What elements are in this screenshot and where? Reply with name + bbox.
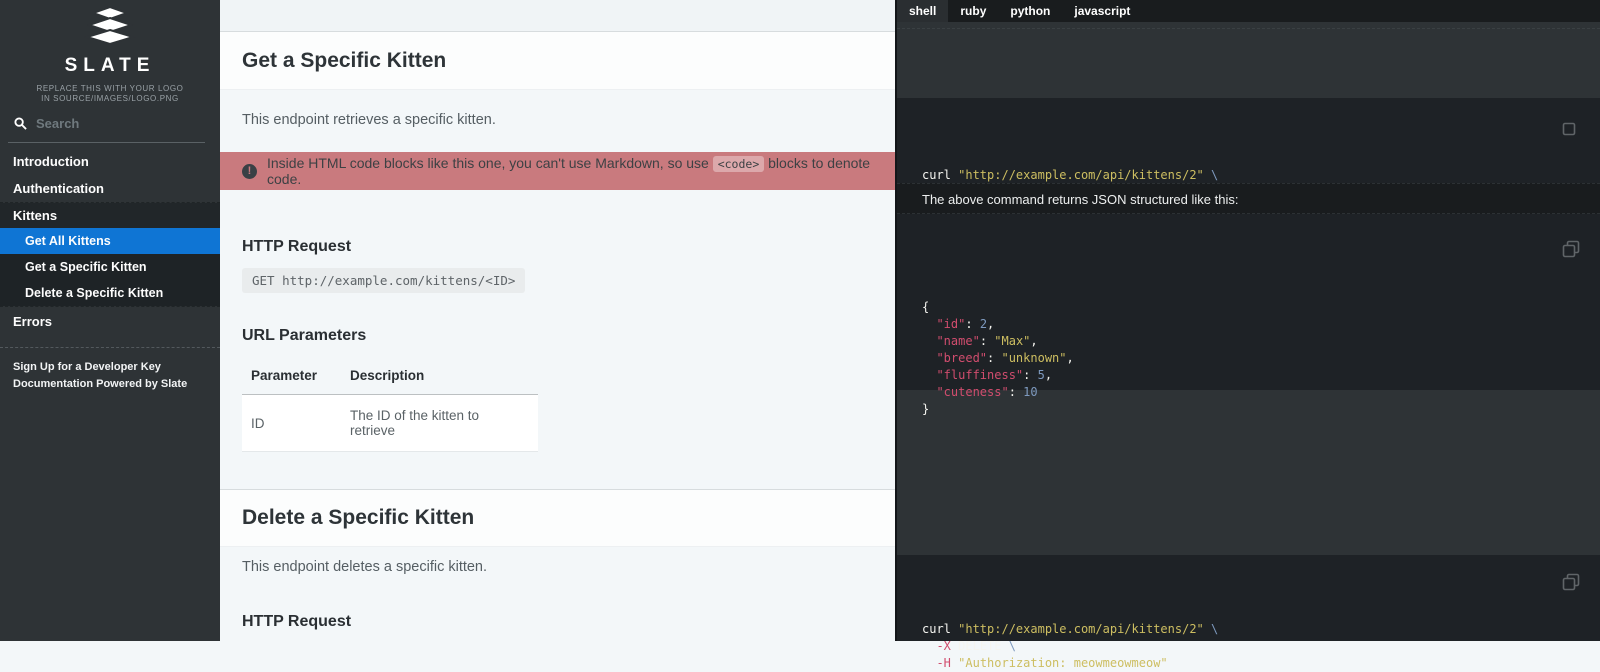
tab-ruby[interactable]: ruby (948, 0, 998, 22)
warning-banner: ! Inside HTML code blocks like this one,… (220, 152, 895, 190)
code-examples-panel: shell ruby python javascript curl "http:… (895, 0, 1600, 641)
param-name-cell: ID (242, 395, 341, 452)
warning-text: Inside HTML code blocks like this one, y… (267, 155, 873, 187)
copy-icon[interactable] (1562, 118, 1580, 136)
response-intro-text: The above command returns JSON structure… (897, 183, 1600, 214)
language-selector: shell ruby python javascript (897, 0, 1600, 22)
search-placeholder: Search (36, 116, 79, 131)
main-content: Get a Specific Kitten This endpoint retr… (220, 0, 895, 641)
exclamation-circle-icon: ! (242, 164, 257, 179)
code-line: { (922, 299, 1600, 316)
copy-icon[interactable] (1562, 573, 1580, 591)
delete-curl-code-block: curl "http://example.com/api/kittens/2" … (897, 555, 1600, 641)
section-heading-band: Get a Specific Kitten (220, 32, 895, 90)
copy-icon[interactable] (1562, 240, 1580, 258)
tab-python[interactable]: python (998, 0, 1062, 22)
table-of-contents: Introduction Authentication Kittens Get … (0, 148, 220, 336)
search-input[interactable]: Search (8, 110, 205, 143)
url-parameters-heading: URL Parameters (242, 327, 873, 345)
sidebar-item-get-a-specific-kitten[interactable]: Get a Specific Kitten (0, 254, 220, 280)
slate-logo-icon (83, 6, 137, 46)
get-curl-code-block: curl "http://example.com/api/kittens/2" … (897, 98, 1600, 183)
logo-tagline: REPLACE THIS WITH YOUR LOGO IN SOURCE/IM… (0, 84, 220, 104)
table-header-description: Description (341, 359, 538, 395)
endpoint-description: This endpoint retrieves a specific kitte… (242, 112, 873, 128)
http-request-heading: HTTP Request (242, 613, 873, 631)
code-token: <code> (713, 156, 765, 172)
section-title: Delete a Specific Kitten (242, 506, 474, 530)
http-request-endpoint-code: GET http://example.com/kittens/<ID> (242, 268, 525, 293)
sidebar-item-kittens[interactable]: Kittens (0, 203, 220, 228)
table-row: ID The ID of the kitten to retrieve (242, 395, 538, 452)
url-parameters-table: Parameter Description ID The ID of the k… (242, 359, 538, 452)
sidebar-item-delete-a-specific-kitten[interactable]: Delete a Specific Kitten (0, 280, 220, 306)
logo-title: SLATE (0, 55, 220, 77)
endpoint-description: This endpoint deletes a specific kitten. (242, 559, 873, 575)
code-line: "fluffiness": 5, (922, 367, 1600, 384)
sidebar-item-authentication[interactable]: Authentication (0, 175, 220, 202)
previous-section-tail (220, 0, 895, 32)
section-heading-band: Delete a Specific Kitten (220, 489, 895, 547)
code-line: curl "http://example.com/api/kittens/2" … (922, 167, 1600, 184)
sidebar: SLATE REPLACE THIS WITH YOUR LOGO IN SOU… (0, 0, 220, 641)
code-line: "breed": "unknown", (922, 350, 1600, 367)
search-icon (14, 117, 27, 130)
sidebar-item-errors[interactable]: Errors (0, 307, 220, 336)
logo: SLATE REPLACE THIS WITH YOUR LOGO IN SOU… (0, 6, 220, 104)
code-line: "id": 2, (922, 316, 1600, 333)
code-line: } (922, 401, 1600, 418)
section-divider (897, 28, 1600, 29)
code-line: "cuteness": 10 (922, 384, 1600, 401)
tab-javascript[interactable]: javascript (1062, 0, 1142, 22)
sidebar-footer: Sign Up for a Developer Key Documentatio… (0, 347, 220, 393)
sidebar-item-introduction[interactable]: Introduction (0, 148, 220, 175)
code-line: "name": "Max", (922, 333, 1600, 350)
delete-kitten-section: Delete a Specific Kitten This endpoint d… (220, 489, 895, 631)
code-line: curl "http://example.com/api/kittens/2" … (922, 621, 1600, 638)
page-title: Get a Specific Kitten (242, 49, 446, 73)
param-description-cell: The ID of the kitten to retrieve (341, 395, 538, 452)
sidebar-item-get-all-kittens[interactable]: Get All Kittens (0, 228, 220, 254)
powered-by-slate-link[interactable]: Documentation Powered by Slate (13, 376, 207, 393)
code-line: -H "Authorization: meowmeowmeow" (922, 655, 1600, 672)
tab-shell[interactable]: shell (897, 0, 948, 22)
json-response-code-block: { "id": 2, "name": "Max", "breed": "unkn… (897, 214, 1600, 390)
http-request-heading: HTTP Request (242, 238, 873, 256)
signup-developer-key-link[interactable]: Sign Up for a Developer Key (13, 359, 207, 376)
table-header-parameter: Parameter (242, 359, 341, 395)
